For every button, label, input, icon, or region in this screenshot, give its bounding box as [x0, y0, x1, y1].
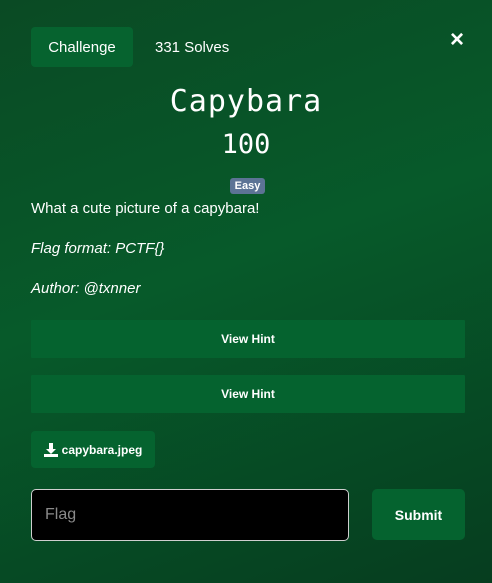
close-icon[interactable]: ×: [446, 28, 468, 52]
flag-format-text: Flag format: PCTF{}: [31, 240, 165, 257]
difficulty-badge: Easy: [230, 178, 265, 194]
challenge-points: 100: [221, 129, 271, 160]
flag-input[interactable]: [31, 489, 349, 541]
tab-solves-label: 331 Solves: [155, 38, 230, 56]
challenge-description: What a cute picture of a capybara!: [31, 200, 260, 217]
tab-challenge[interactable]: Challenge: [31, 27, 133, 67]
file-name: capybara.jpeg: [61, 442, 143, 457]
challenge-modal: Challenge 331 Solves × Capybara 100 Easy…: [0, 0, 492, 583]
tab-challenge-label: Challenge: [48, 38, 116, 56]
view-hint-button-2[interactable]: View Hint: [31, 375, 465, 413]
view-hint-button-1[interactable]: View Hint: [31, 320, 465, 358]
author-text: Author: @txnner: [31, 280, 141, 297]
file-download-button[interactable]: capybara.jpeg: [31, 431, 155, 468]
download-icon: [43, 442, 58, 457]
submit-label: Submit: [394, 506, 443, 523]
view-hint-label: View Hint: [221, 387, 275, 401]
submit-button[interactable]: Submit: [372, 489, 465, 540]
challenge-title: Capybara: [169, 84, 323, 119]
view-hint-label: View Hint: [221, 332, 275, 346]
tab-solves[interactable]: 331 Solves: [143, 27, 241, 67]
